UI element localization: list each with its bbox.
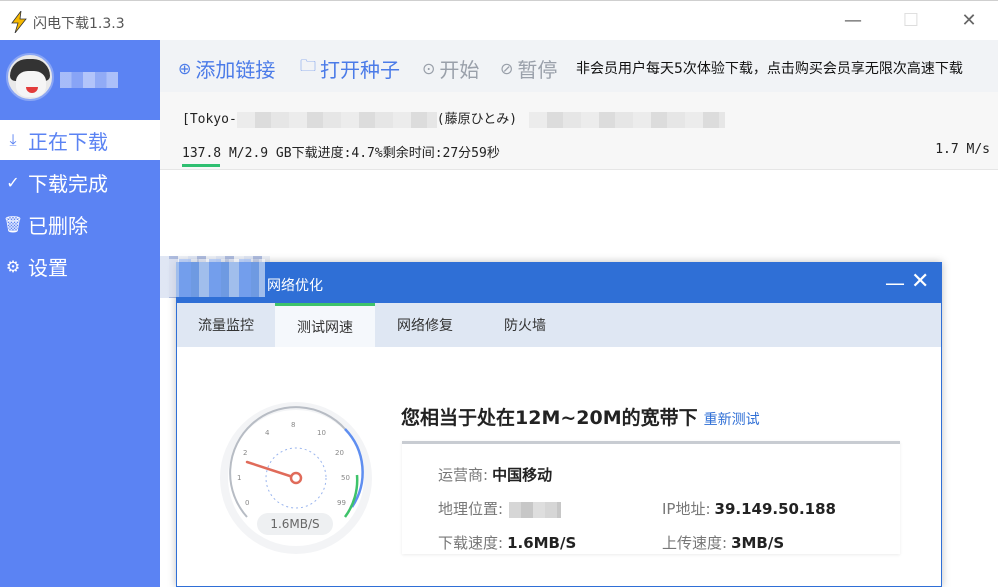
- download-progress-text: 137.8 M/2.9 GB下载进度:4.7%剩余时间:27分59秒: [182, 146, 500, 161]
- add-link-button[interactable]: ⊕ 添加链接: [178, 54, 275, 83]
- dialog-minimize-button[interactable]: —: [885, 271, 905, 295]
- sidebar-item-label: 已删除: [28, 213, 88, 238]
- tab-network-repair[interactable]: 网络修复: [375, 303, 475, 347]
- retest-link[interactable]: 重新测试: [704, 412, 760, 428]
- dialog-title: 网络优化: [267, 278, 323, 294]
- dialog-logo-blurred: [169, 259, 265, 297]
- sidebar-item-settings[interactable]: ⚙ 设置: [0, 246, 160, 286]
- filename-middle: (藤原ひとみ): [436, 112, 518, 127]
- isp-value: 中国移动: [492, 466, 553, 484]
- gauge-tick-8: 8: [291, 421, 295, 429]
- speed-test-result: 您相当于处在12M~20M的宽带下 重新测试: [401, 403, 760, 430]
- add-link-label: 添加链接: [195, 58, 276, 82]
- upload-speed-field: 上传速度: 3MB/S: [662, 532, 784, 553]
- tab-traffic-monitor[interactable]: 流量监控: [177, 303, 275, 347]
- open-torrent-button[interactable]: 🗀 打开种子: [300, 54, 400, 83]
- upload-speed-label: 上传速度:: [662, 534, 728, 552]
- network-info-panel: 运营商: 中国移动 地理位置: IP地址: 39.149.50.188 下载速度: 1…: [402, 441, 900, 554]
- play-circle-icon: ⊙: [422, 59, 436, 78]
- dialog-close-button[interactable]: ✕: [911, 269, 929, 294]
- ip-label: IP地址:: [662, 500, 711, 518]
- close-button[interactable]: ✕: [956, 9, 982, 33]
- pause-button[interactable]: ⊘ 暂停: [500, 54, 557, 83]
- folder-icon: 🗀: [300, 56, 317, 75]
- minimize-button[interactable]: —: [840, 9, 866, 33]
- location-value-blurred: [509, 501, 562, 518]
- plus-circle-icon: ⊕: [178, 59, 192, 78]
- open-torrent-label: 打开种子: [320, 58, 401, 82]
- download-speed-label: 下载速度:: [438, 534, 504, 552]
- download-speed: 1.7 M/s: [935, 142, 990, 157]
- dialog-title-bar: 网络优化 — ✕: [169, 259, 941, 303]
- ip-field: IP地址: 39.149.50.188: [662, 498, 836, 519]
- gear-icon: ⚙: [5, 256, 21, 276]
- download-list-item[interactable]: [Tokyo- (藤原ひとみ) 137.8 M/2.9 GB下载进度:4.7%剩余…: [160, 92, 998, 170]
- gauge-tick-20: 20: [335, 449, 344, 457]
- avatar[interactable]: [6, 53, 54, 101]
- pause-label: 暂停: [517, 58, 558, 82]
- isp-label: 运营商:: [438, 466, 489, 484]
- download-filename: [Tokyo- (藤原ひとみ): [182, 108, 726, 128]
- app-window: 闪电下载1.3.3 — ☐ ✕ ⤓ 正在下载 ✓ 下载完成 🗑 已删除 ⚙ 设置: [0, 0, 998, 587]
- download-icon: ⤓: [9, 130, 17, 149]
- trash-icon: 🗑: [2, 214, 24, 234]
- pause-circle-icon: ⊘: [500, 59, 514, 78]
- network-optimize-dialog: 网络优化 — ✕ 流量监控 测试网速 网络修复 防火墙 0 1 2 4 8 10…: [169, 259, 942, 587]
- dialog-tabs: 流量监控 测试网速 网络修复 防火墙: [177, 303, 941, 347]
- sidebar-item-label: 设置: [28, 255, 68, 280]
- download-progress-fill: [182, 164, 220, 167]
- title-bar: 闪电下载1.3.3 — ☐ ✕: [0, 0, 998, 40]
- membership-notice-link[interactable]: 非会员用户每天5次体验下载，点击购买会员享无限次高速下载: [576, 58, 996, 78]
- sidebar: ⤓ 正在下载 ✓ 下载完成 🗑 已删除 ⚙ 设置: [0, 40, 160, 587]
- tab-firewall[interactable]: 防火墙: [475, 303, 575, 347]
- download-speed-field: 下载速度: 1.6MB/S: [438, 532, 576, 553]
- start-button[interactable]: ⊙ 开始: [422, 54, 479, 83]
- sidebar-item-completed[interactable]: ✓ 下载完成: [0, 162, 160, 202]
- filename-blurred: [236, 111, 437, 128]
- toolbar: ⊕ 添加链接 🗀 打开种子 ⊙ 开始 ⊘ 暂停 非会员用户每天5次体验下载，点击…: [160, 40, 998, 92]
- gauge-tick-10: 10: [317, 429, 326, 437]
- isp-field: 运营商: 中国移动: [438, 464, 552, 485]
- start-label: 开始: [439, 58, 480, 82]
- maximize-button[interactable]: ☐: [898, 9, 924, 33]
- result-text: 您相当于处在12M~20M的宽带下: [401, 407, 698, 429]
- gauge-value-label: 1.6MB/S: [257, 513, 333, 535]
- location-label: 地理位置:: [438, 500, 504, 518]
- gauge-tick-2: 2: [243, 449, 247, 457]
- download-speed-value: 1.6MB/S: [507, 534, 577, 552]
- gauge-tick-99: 99: [337, 499, 346, 507]
- filename-blurred-tail: [529, 111, 726, 128]
- check-circle-icon: ✓: [6, 172, 20, 192]
- lightning-logo-icon: [11, 11, 27, 33]
- window-title: 闪电下载1.3.3: [33, 16, 125, 32]
- sidebar-item-label: 下载完成: [28, 171, 108, 196]
- sidebar-item-label: 正在下载: [28, 129, 108, 154]
- username-blurred: [60, 72, 118, 88]
- gauge-tick-50: 50: [341, 474, 350, 482]
- tab-speed-test[interactable]: 测试网速: [275, 303, 375, 347]
- upload-speed-value: 3MB/S: [731, 534, 785, 552]
- sidebar-item-deleted[interactable]: 🗑 已删除: [0, 204, 160, 244]
- avatar-face: [16, 71, 46, 97]
- gauge-tick-0: 0: [245, 499, 249, 507]
- ip-value: 39.149.50.188: [714, 500, 836, 518]
- sidebar-item-downloading[interactable]: ⤓ 正在下载: [0, 120, 160, 160]
- location-field: 地理位置:: [438, 498, 562, 519]
- gauge-tick-1: 1: [237, 474, 241, 482]
- download-progress-bar: [182, 164, 988, 167]
- gauge-tick-4: 4: [265, 429, 270, 437]
- filename-prefix: [Tokyo-: [182, 112, 237, 127]
